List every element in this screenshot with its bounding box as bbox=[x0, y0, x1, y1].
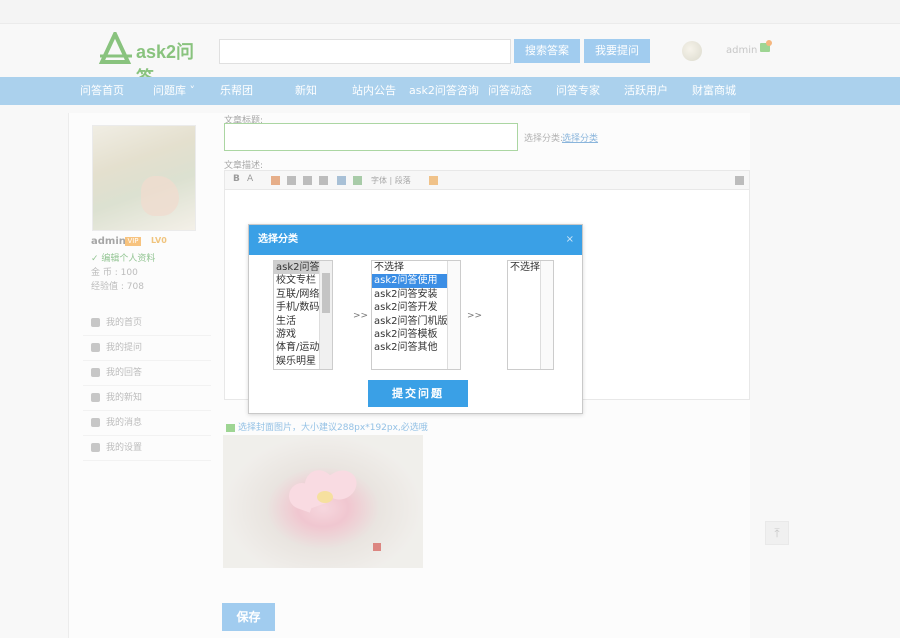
submit-question-button[interactable]: 提交问题 bbox=[368, 380, 468, 407]
scrollbar[interactable] bbox=[319, 261, 332, 369]
category-list-level2[interactable]: 不选择 ask2问答使用 ask2问答安装 ask2问答开发 ask2问答门机版… bbox=[371, 260, 461, 370]
arrow-separator: >> bbox=[353, 311, 369, 321]
category-list-level3[interactable]: 不选择 bbox=[507, 260, 554, 370]
dialog-header: 选择分类 × bbox=[249, 225, 582, 255]
scrollbar[interactable] bbox=[540, 261, 553, 369]
close-icon[interactable]: × bbox=[566, 225, 574, 255]
scrollbar[interactable] bbox=[447, 261, 460, 369]
category-dialog: 选择分类 × ask2问答 校文专栏 互联/网络 手机/数码 生活 游戏 体育/… bbox=[248, 224, 583, 414]
category-list-level1[interactable]: ask2问答 校文专栏 互联/网络 手机/数码 生活 游戏 体育/运动 娱乐明星 bbox=[273, 260, 333, 370]
dialog-title: 选择分类 bbox=[258, 234, 298, 245]
arrow-separator: >> bbox=[467, 311, 483, 321]
